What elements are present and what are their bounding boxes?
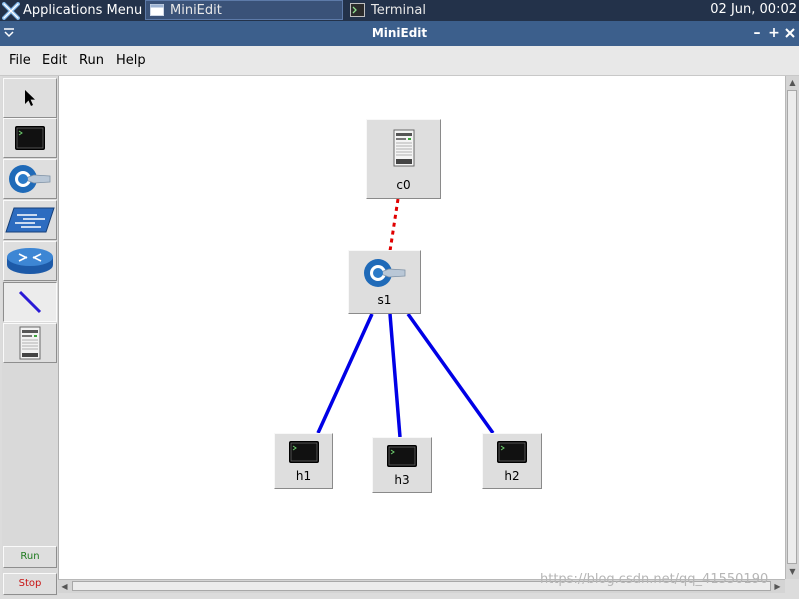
maximize-button[interactable]: + [766, 24, 782, 42]
tool-router-button[interactable] [3, 241, 57, 281]
run-button-label: Run [20, 551, 40, 562]
watermark-text: https://blog.csdn.net/qq_41550190 [540, 572, 769, 587]
host-terminal-icon [387, 445, 417, 467]
node-label: h1 [295, 469, 312, 483]
stop-button[interactable]: Stop [3, 573, 57, 595]
openflow-switch-icon [363, 259, 405, 287]
openflow-switch-icon [9, 165, 51, 193]
tool-legacy-switch-button[interactable] [3, 200, 57, 240]
node-label: h2 [504, 469, 520, 483]
cursor-arrow-icon [25, 90, 35, 106]
task-miniedit-label: MiniEdit [170, 2, 222, 18]
host-terminal-icon [497, 441, 527, 463]
node-label: c0 [396, 178, 411, 192]
tool-controller-button[interactable] [3, 323, 57, 363]
run-button[interactable]: Run [3, 546, 57, 568]
menu-help[interactable]: Help [116, 53, 146, 68]
terminal-icon [350, 3, 365, 17]
menu-edit[interactable]: Edit [42, 53, 67, 68]
window-title: MiniEdit [371, 26, 428, 40]
scroll-down-icon[interactable]: ▼ [787, 566, 798, 577]
tool-host-button[interactable] [3, 118, 57, 158]
task-terminal[interactable]: Terminal [346, 0, 536, 20]
menu-bar: File Edit Run Help [0, 46, 799, 76]
node-label: s1 [377, 293, 392, 307]
link-c0-s1[interactable] [388, 198, 400, 252]
vertical-scroll-thumb[interactable] [787, 90, 797, 564]
window-titlebar[interactable]: MiniEdit – + [0, 21, 799, 46]
legacy-switch-icon [5, 207, 55, 233]
close-button[interactable] [782, 24, 798, 42]
menu-file[interactable]: File [9, 53, 31, 68]
node-h2[interactable]: h2 [482, 433, 542, 489]
menu-run[interactable]: Run [79, 53, 104, 68]
clock[interactable]: 02 Jun, 00:02 [710, 0, 797, 21]
scroll-right-icon[interactable]: ▶ [772, 581, 783, 592]
host-terminal-icon [15, 126, 45, 150]
host-terminal-icon [288, 441, 319, 463]
desktop-taskbar: Applications Menu MiniEdit Terminal 02 J… [0, 0, 799, 21]
controller-server-icon [393, 129, 414, 167]
task-terminal-label: Terminal [371, 2, 426, 18]
link-s1-h2[interactable] [406, 312, 495, 435]
minimize-button[interactable]: – [749, 24, 765, 42]
link-line-icon [18, 290, 42, 314]
xfce-logo-icon [2, 1, 20, 20]
scroll-up-icon[interactable]: ▲ [787, 77, 798, 88]
stop-button-label: Stop [18, 578, 42, 589]
link-s1-h1[interactable] [316, 313, 374, 434]
close-icon [785, 28, 795, 38]
node-h3[interactable]: h3 [372, 437, 432, 493]
node-c0[interactable]: c0 [366, 119, 441, 199]
tool-link-button[interactable] [3, 282, 57, 322]
node-label: h3 [394, 473, 410, 487]
applications-menu-label: Applications Menu [23, 3, 143, 18]
topology-canvas[interactable]: c0 s1 h1 h3 h2 [58, 76, 786, 579]
router-icon [7, 248, 53, 274]
vertical-scrollbar[interactable]: ▲ ▼ [785, 76, 799, 579]
window-icon [150, 4, 164, 16]
tool-switch-button[interactable] [3, 159, 57, 199]
tool-palette: Run Stop [2, 76, 58, 596]
node-s1[interactable]: s1 [348, 250, 421, 314]
scroll-left-icon[interactable]: ◀ [59, 581, 70, 592]
controller-server-icon [19, 326, 41, 360]
node-h1[interactable]: h1 [274, 433, 333, 489]
task-miniedit[interactable]: MiniEdit [145, 0, 343, 20]
applications-menu[interactable]: Applications Menu [2, 0, 142, 21]
link-s1-h3[interactable] [388, 313, 402, 438]
tool-select-button[interactable] [3, 78, 57, 118]
